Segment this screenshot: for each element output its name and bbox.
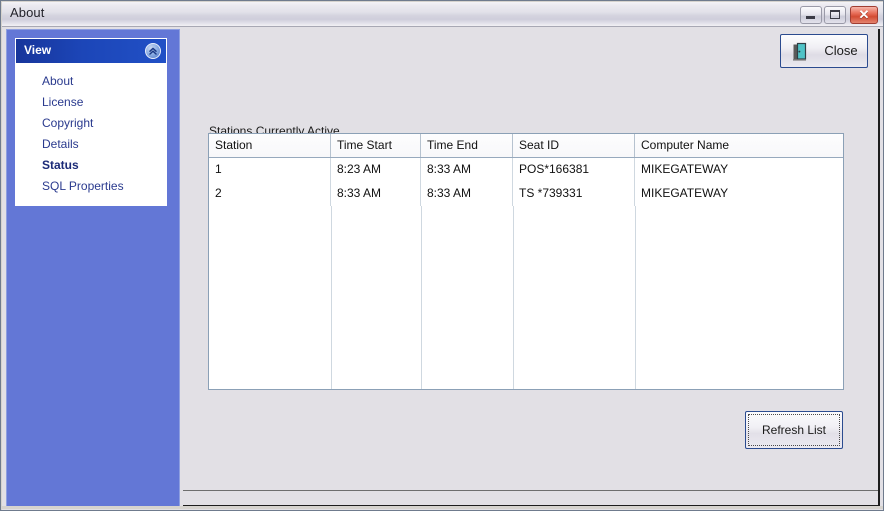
sidebar-item-details[interactable]: Details: [16, 134, 166, 155]
window-bottom-strip: [2, 506, 883, 509]
refresh-list-button[interactable]: Refresh List: [745, 411, 843, 449]
chevron-double-up-icon[interactable]: [145, 43, 161, 59]
maximize-icon: [830, 10, 840, 19]
close-button-label: Close: [824, 43, 858, 58]
grid-column-divider: [331, 206, 332, 389]
stations-grid[interactable]: Station Time Start Time End Seat ID Comp…: [208, 133, 844, 390]
grid-column-divider: [513, 206, 514, 389]
table-row[interactable]: 2 8:33 AM 8:33 AM TS *739331 MIKEGATEWAY: [209, 182, 843, 206]
task-panel-body: About License Copyright Details Status S…: [16, 63, 166, 205]
view-task-panel: View About License Copyright Details Sta…: [15, 38, 167, 206]
cell-time-start: 8:33 AM: [331, 182, 421, 206]
title-bar[interactable]: About ✕: [2, 2, 883, 27]
grid-header-row: Station Time Start Time End Seat ID Comp…: [209, 134, 843, 158]
grid-column-divider: [635, 206, 636, 389]
task-panel-header: View: [16, 39, 166, 63]
sidebar-item-copyright[interactable]: Copyright: [16, 113, 166, 134]
window-close-button[interactable]: ✕: [850, 6, 878, 24]
close-button[interactable]: Close: [780, 34, 868, 68]
cell-time-end: 8:33 AM: [421, 182, 513, 206]
column-header-seat-id[interactable]: Seat ID: [513, 134, 635, 157]
sidebar-item-license[interactable]: License: [16, 92, 166, 113]
cell-station: 2: [209, 182, 331, 206]
grid-empty-area: [209, 206, 843, 389]
sidebar: View About License Copyright Details Sta…: [6, 29, 180, 507]
content-pane: Close Stations Currently Active Station …: [183, 29, 880, 507]
about-window: About ✕ View About License Copyright Det…: [0, 0, 884, 511]
grid-column-divider: [421, 206, 422, 389]
sidebar-item-about[interactable]: About: [16, 71, 166, 92]
cell-time-start: 8:23 AM: [331, 158, 421, 182]
minimize-icon: [806, 16, 815, 19]
refresh-list-button-label: Refresh List: [761, 423, 827, 437]
close-icon: ✕: [858, 7, 870, 22]
bottom-divider: [183, 490, 878, 491]
cell-computer-name: MIKEGATEWAY: [641, 186, 729, 200]
column-header-computer-name[interactable]: Computer Name: [635, 134, 843, 157]
maximize-button[interactable]: [824, 6, 846, 24]
minimize-button[interactable]: [800, 6, 822, 24]
sidebar-item-sql-properties[interactable]: SQL Properties: [16, 176, 166, 197]
column-header-time-end[interactable]: Time End: [421, 134, 513, 157]
exit-door-icon: [790, 42, 810, 62]
client-area: View About License Copyright Details Sta…: [2, 27, 883, 510]
window-title: About: [10, 5, 45, 20]
cell-time-end: 8:33 AM: [421, 158, 513, 182]
cell-computer-name: MIKEGATEWAY: [641, 162, 729, 176]
sidebar-item-status[interactable]: Status: [16, 155, 166, 176]
cell-seat-id: POS*166381: [513, 158, 635, 182]
column-header-station[interactable]: Station: [209, 134, 331, 157]
cell-station: 1: [209, 158, 331, 182]
table-row[interactable]: 1 8:23 AM 8:33 AM POS*166381 MIKEGATEWAY: [209, 158, 843, 182]
cell-seat-id: TS *739331: [513, 182, 635, 206]
task-panel-title: View: [24, 43, 52, 57]
column-header-time-start[interactable]: Time Start: [331, 134, 421, 157]
